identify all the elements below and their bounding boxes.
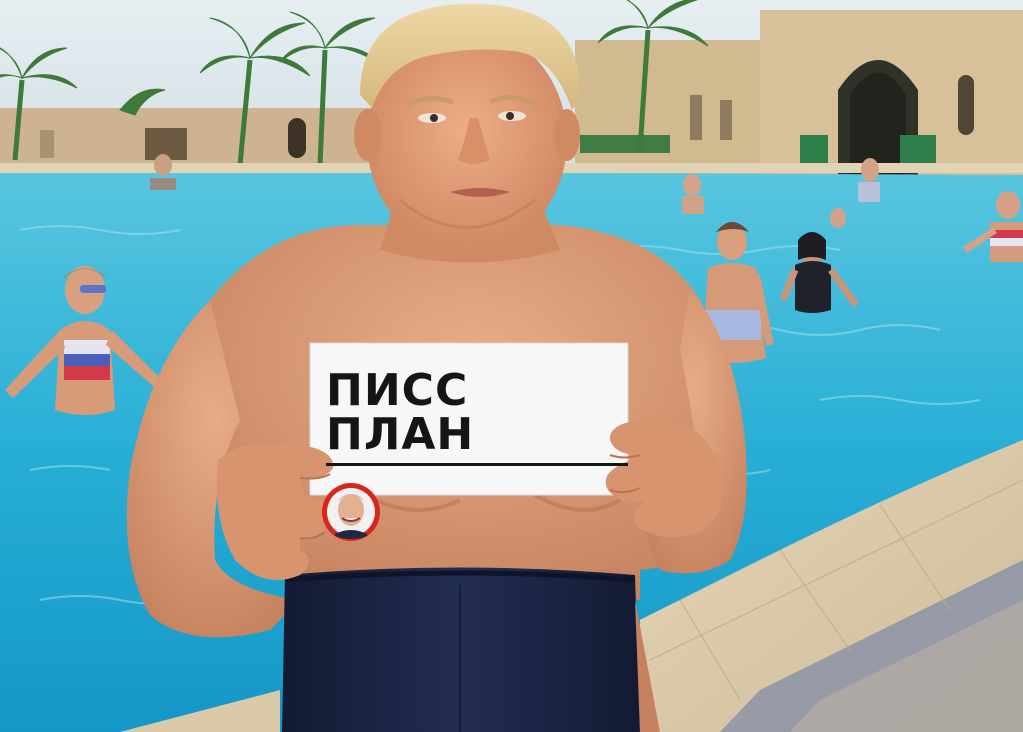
photo-illustration [0, 0, 1023, 732]
badge-avatar-icon [322, 483, 380, 541]
photo-scene: ПИСС ПЛАН [0, 0, 1023, 732]
background-building-left [0, 108, 390, 166]
held-sign [309, 342, 629, 496]
